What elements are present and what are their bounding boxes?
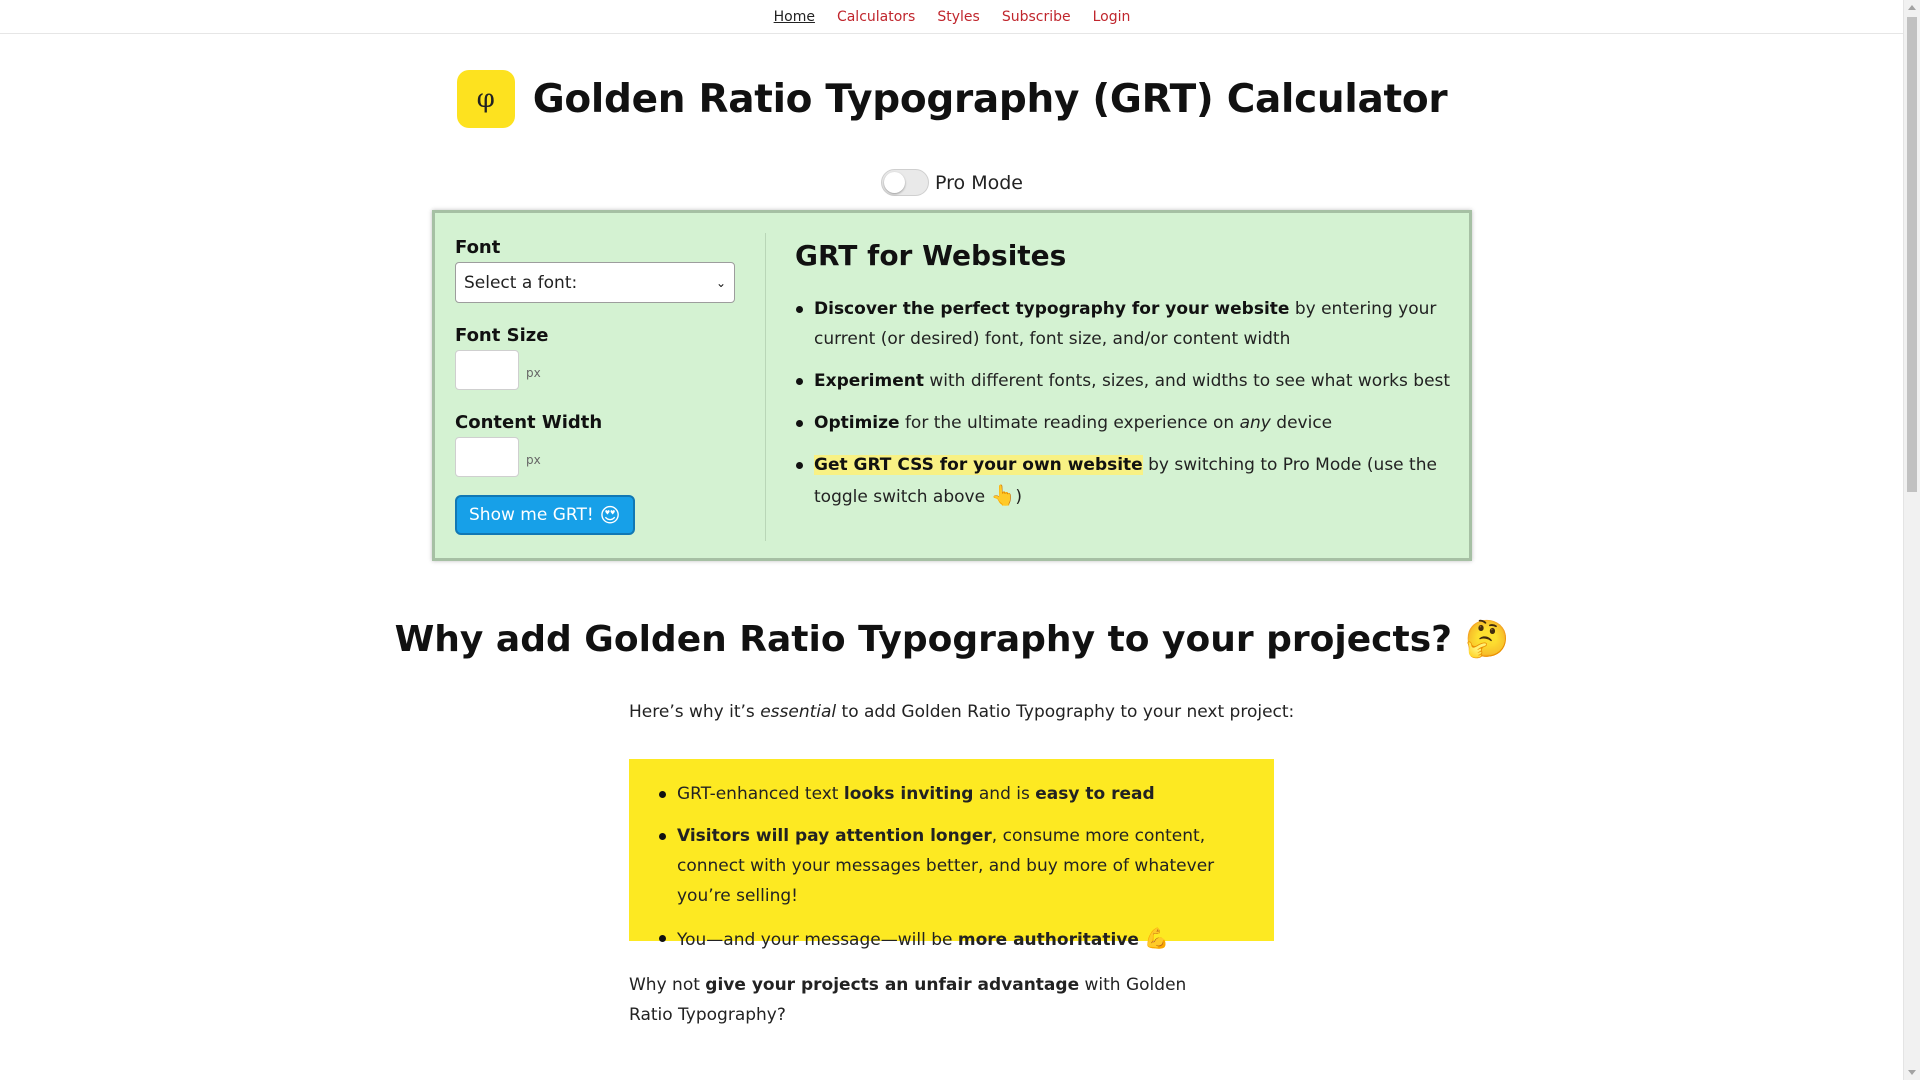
benefits-box: GRT-enhanced text looks inviting and is …	[629, 759, 1274, 950]
vertical-scrollbar[interactable]	[1903, 0, 1920, 1080]
benefit-strong: more authoritative	[957, 930, 1139, 950]
page-title: Golden Ratio Typography (GRT) Calculator	[532, 76, 1448, 122]
font-size-unit: px	[526, 366, 541, 380]
info-item-text: device	[1270, 413, 1333, 433]
toggle-knob	[884, 172, 906, 193]
thinking-face-icon: 🤔	[1464, 619, 1510, 660]
intro-text: Here’s why it’s	[629, 702, 761, 722]
nav-login-link[interactable]: Login	[1093, 9, 1131, 25]
info-item-text: for the ultimate reading experience on	[899, 413, 1240, 433]
top-nav: Home Calculators Styles Subscribe Login	[0, 0, 1904, 34]
info-item-strong: Optimize	[814, 413, 900, 433]
info-item-text: with different fonts, sizes, and widths …	[923, 371, 1451, 391]
pro-mode-toggle[interactable]	[881, 169, 930, 196]
info-item-text: )	[1015, 487, 1022, 507]
phi-logo-icon[interactable]: φ	[456, 70, 515, 128]
show-me-grt-button[interactable]: Show me GRT! 😍	[455, 495, 635, 535]
flexed-biceps-icon: 💪	[1144, 926, 1170, 950]
why-outro: Why not give your projects an unfair adv…	[629, 970, 1189, 1030]
benefit-strong: looks inviting	[843, 784, 974, 804]
font-size-input[interactable]	[455, 350, 519, 390]
intro-text: to add Golden Ratio Typography to your n…	[836, 702, 1295, 722]
calculator-form: Font Select a font: ⌄ Font Size px Conte…	[455, 237, 735, 535]
content-width-unit: px	[526, 453, 541, 467]
list-item: You—and your message—will be more author…	[659, 923, 1244, 955]
outro-strong: give your projects an unfair advantage	[705, 975, 1080, 995]
info-list: Discover the perfect typography for your…	[795, 294, 1455, 512]
list-item: Discover the perfect typography for your…	[795, 294, 1455, 354]
benefit-text: and is	[973, 784, 1036, 804]
why-section-title: Why add Golden Ratio Typography to your …	[0, 618, 1904, 660]
panel-divider	[765, 233, 766, 541]
why-intro: Here’s why it’s essential to add Golden …	[629, 702, 1294, 722]
benefit-strong: Visitors will pay attention longer	[677, 826, 992, 846]
benefit-text: GRT-enhanced text	[677, 784, 844, 804]
info-item-strong: Experiment	[814, 371, 924, 391]
nav-subscribe-link[interactable]: Subscribe	[1002, 9, 1071, 25]
font-size-label: Font Size	[455, 325, 549, 346]
benefits-list: GRT-enhanced text looks inviting and is …	[659, 779, 1244, 955]
list-item: Optimize for the ultimate reading experi…	[795, 408, 1455, 438]
content-width-label: Content Width	[455, 412, 603, 433]
benefit-strong: easy to read	[1035, 784, 1155, 804]
scrollbar-thumb[interactable]	[1907, 17, 1917, 492]
scroll-down-arrow-icon[interactable]	[1908, 1070, 1916, 1075]
nav-home-link[interactable]: Home	[774, 9, 815, 25]
heart-eyes-emoji-icon: 😍	[599, 503, 621, 527]
chevron-down-icon: ⌄	[715, 275, 726, 290]
list-item: GRT-enhanced text looks inviting and is …	[659, 779, 1244, 809]
content-width-row: px	[455, 437, 705, 477]
intro-emphasis: essential	[760, 702, 837, 722]
calculator-panel: Font Select a font: ⌄ Font Size px Conte…	[432, 210, 1472, 561]
list-item: Experiment with different fonts, sizes, …	[795, 366, 1455, 396]
why-title-text: Why add Golden Ratio Typography to your …	[394, 619, 1453, 660]
info-item-highlight: Get GRT CSS for your own website	[814, 455, 1143, 475]
grt-info: GRT for Websites Discover the perfect ty…	[795, 239, 1455, 524]
nav-styles-link[interactable]: Styles	[937, 9, 979, 25]
font-label: Font	[455, 237, 501, 258]
content-width-input[interactable]	[455, 437, 519, 477]
list-item: Get GRT CSS for your own website by swit…	[795, 450, 1455, 512]
pro-mode-toggle-row: Pro Mode	[0, 169, 1904, 196]
info-item-emphasis: any	[1239, 413, 1271, 433]
font-size-row: px	[455, 350, 705, 390]
pointing-up-icon: 👆	[990, 483, 1016, 507]
outro-text: Why not	[629, 975, 706, 995]
nav-calculators-link[interactable]: Calculators	[837, 9, 915, 25]
page-header: φ Golden Ratio Typography (GRT) Calculat…	[0, 70, 1904, 128]
list-item: Visitors will pay attention longer, cons…	[659, 821, 1244, 911]
info-item-strong: Discover the perfect typography for your…	[814, 299, 1290, 319]
benefit-text: You—and your message—will be	[677, 930, 958, 950]
font-select[interactable]: Select a font: ⌄	[455, 262, 735, 303]
pro-mode-label[interactable]: Pro Mode	[935, 172, 1023, 194]
scroll-up-arrow-icon[interactable]	[1908, 5, 1916, 10]
info-title: GRT for Websites	[795, 239, 1067, 272]
font-select-value: Select a font:	[464, 272, 578, 293]
show-me-grt-button-label: Show me GRT!	[469, 505, 594, 525]
